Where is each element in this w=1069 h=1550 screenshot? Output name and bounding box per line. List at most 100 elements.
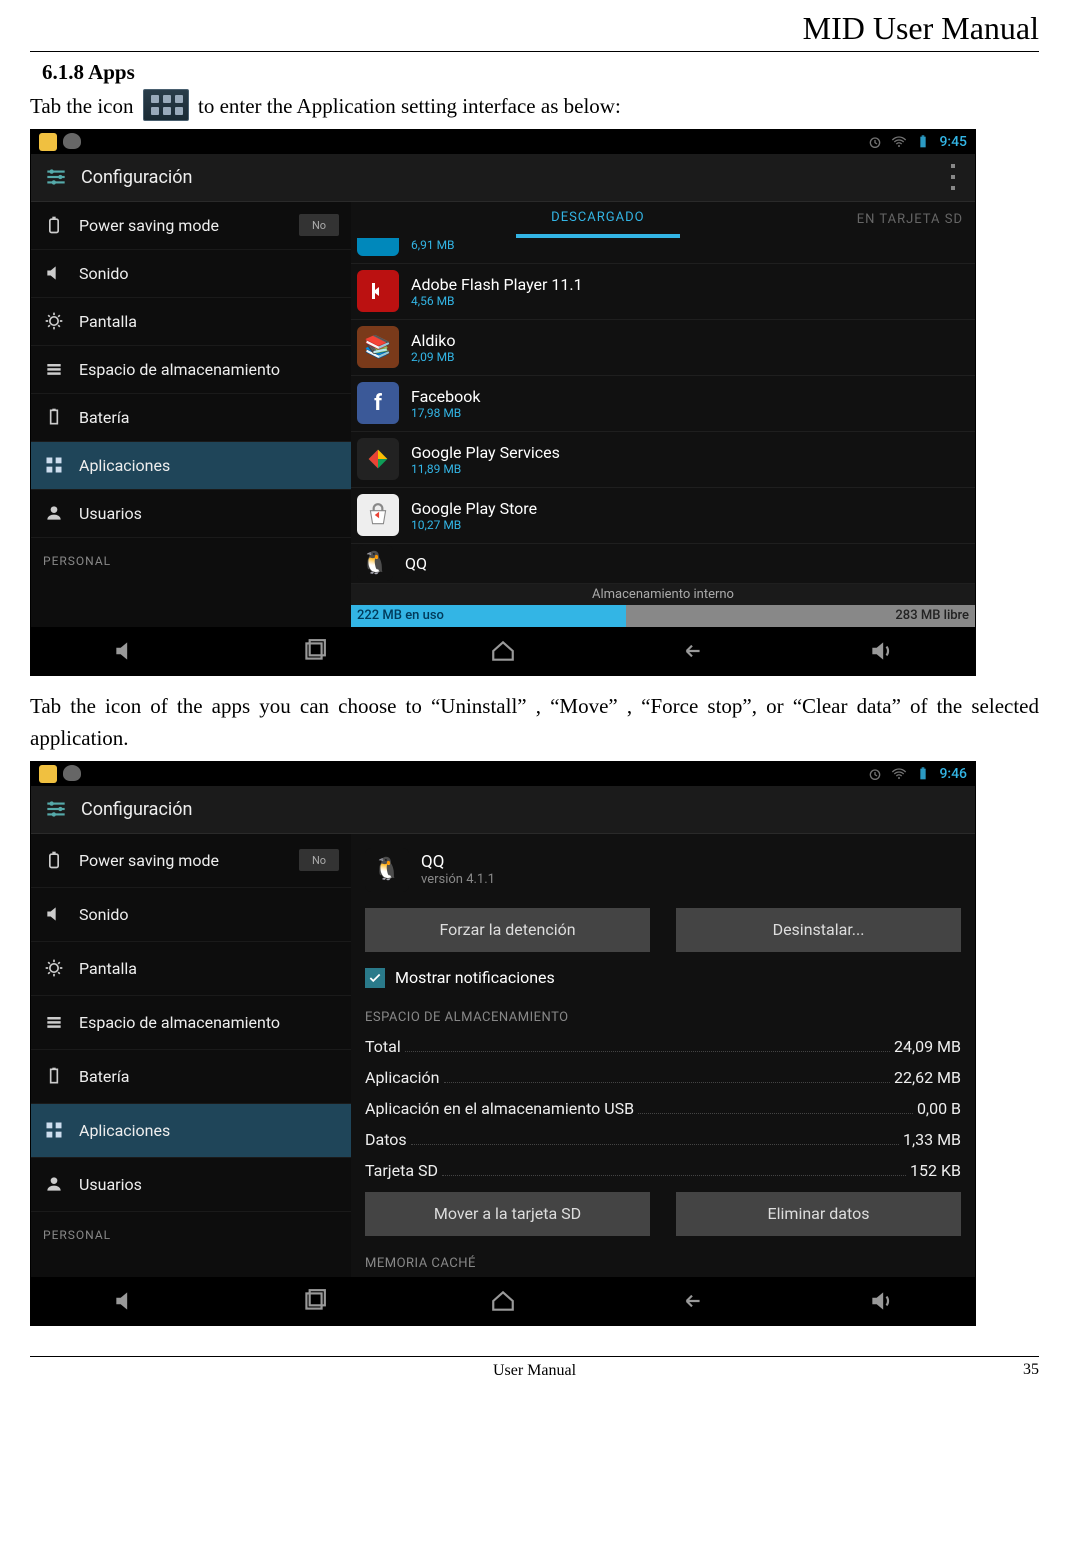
sidebar-item-apps[interactable]: Aplicaciones (31, 442, 351, 490)
sidebar-item-battery[interactable]: Batería (31, 394, 351, 442)
sidebar-item-users[interactable]: Usuarios (31, 1158, 351, 1212)
clock: 9:45 (939, 134, 967, 150)
row-key: Aplicación (365, 1068, 440, 1087)
sidebar-item-label: Usuarios (79, 1175, 142, 1194)
app-name: Aldiko (411, 331, 455, 350)
home-icon[interactable] (485, 1287, 521, 1315)
clock: 9:46 (939, 766, 967, 782)
settings-icon[interactable] (41, 794, 71, 824)
battery-icon (43, 1065, 65, 1087)
back-icon[interactable] (674, 637, 710, 665)
row-value: 24,09 MB (894, 1037, 961, 1056)
app-list-item[interactable]: f Facebook17,98 MB (351, 376, 975, 432)
volume-down-icon[interactable] (107, 637, 143, 665)
app-name: Google Play Services (411, 443, 560, 462)
sidebar-item-display[interactable]: Pantalla (31, 298, 351, 346)
storage-bar: 222 MB en uso 283 MB libre (351, 605, 975, 627)
app-icon (357, 270, 399, 312)
sidebar-item-label: Power saving mode (79, 216, 219, 235)
recent-apps-icon[interactable] (296, 637, 332, 665)
toggle-switch[interactable]: No (299, 849, 339, 871)
sidebar-item-label: Batería (79, 1067, 129, 1086)
settings-sidebar: Power saving mode No Sonido Pantalla Esp… (31, 834, 351, 1277)
notification-icon (39, 765, 57, 783)
storage-icon (43, 1011, 65, 1033)
recent-apps-icon[interactable] (296, 1287, 332, 1315)
alarm-icon (867, 766, 883, 782)
storage-row: Aplicación 22,62 MB (351, 1062, 975, 1093)
storage-row: Datos1,33 MB (351, 1124, 975, 1155)
sidebar-item-storage[interactable]: Espacio de almacenamiento (31, 996, 351, 1050)
overflow-menu-icon[interactable] (941, 161, 965, 193)
app-list-item[interactable]: 📚 Aldiko2,09 MB (351, 320, 975, 376)
status-bar: 9:45 (31, 130, 975, 154)
battery-icon (915, 134, 931, 150)
user-icon (43, 1173, 65, 1195)
detail-header: 🐧 QQ versión 4.1.1 (351, 834, 975, 902)
app-list-item[interactable]: 🐧 QQ (351, 544, 975, 584)
move-to-sd-button[interactable]: Mover a la tarjeta SD (365, 1192, 650, 1236)
power-icon (43, 214, 65, 236)
sidebar-item-label: Usuarios (79, 504, 142, 523)
back-icon[interactable] (674, 1287, 710, 1315)
sidebar-item-users[interactable]: Usuarios (31, 490, 351, 538)
page-footer: 35 User Manual (0, 1356, 1069, 1399)
tab-downloaded[interactable]: DESCARGADO (516, 202, 681, 238)
force-stop-button[interactable]: Forzar la detención (365, 908, 650, 952)
checkbox-checked-icon[interactable] (365, 968, 385, 988)
uninstall-button[interactable]: Desinstalar... (676, 908, 961, 952)
sidebar-item-battery[interactable]: Batería (31, 1050, 351, 1104)
sidebar-item-sound[interactable]: Sonido (31, 250, 351, 298)
clear-data-button[interactable]: Eliminar datos (676, 1192, 961, 1236)
sidebar-item-display[interactable]: Pantalla (31, 942, 351, 996)
app-list-item[interactable]: 6,91 MB (351, 238, 975, 264)
apps-icon (43, 1119, 65, 1141)
sidebar-section-personal: PERSONAL (31, 538, 351, 574)
volume-down-icon[interactable] (107, 1287, 143, 1315)
app-list-item[interactable]: Adobe Flash Player 11.14,56 MB (351, 264, 975, 320)
battery-icon (43, 406, 65, 428)
sidebar-item-power-saving[interactable]: Power saving mode No (31, 202, 351, 250)
tab-sd-card[interactable]: EN TARJETA SD (845, 202, 975, 238)
volume-up-icon[interactable] (863, 637, 899, 665)
apps-icon (43, 454, 65, 476)
header-rule (30, 51, 1039, 52)
alarm-icon (867, 134, 883, 150)
storage-footer: Almacenamiento interno 222 MB en uso 283… (351, 584, 975, 627)
brightness-icon (43, 957, 65, 979)
app-list-item[interactable]: Google Play Store10,27 MB (351, 488, 975, 544)
storage-row: Tarjeta SD152 KB (351, 1155, 975, 1186)
apps-grid-icon (143, 89, 189, 121)
app-icon: 📚 (357, 326, 399, 368)
row-key: Total (365, 1037, 401, 1056)
sidebar-item-sound[interactable]: Sonido (31, 888, 351, 942)
sidebar-item-storage[interactable]: Espacio de almacenamiento (31, 346, 351, 394)
sidebar-item-power-saving[interactable]: Power saving mode No (31, 834, 351, 888)
app-list-item[interactable]: Google Play Services11,89 MB (351, 432, 975, 488)
footer-center-label: User Manual (0, 1362, 1069, 1380)
intro-post: to enter the Application setting interfa… (198, 94, 621, 118)
app-size: 11,89 MB (411, 462, 560, 476)
storage-label: Almacenamiento interno (351, 584, 975, 605)
actionbar-title: Configuración (81, 799, 192, 820)
app-icon: f (357, 382, 399, 424)
toggle-switch[interactable]: No (299, 214, 339, 236)
app-size: 17,98 MB (411, 406, 480, 420)
volume-up-icon[interactable] (863, 1287, 899, 1315)
sidebar-item-label: Aplicaciones (79, 1121, 170, 1140)
row-value: 22,62 MB (894, 1068, 961, 1087)
app-icon: 🐧 (365, 848, 409, 892)
sidebar-item-label: Sonido (79, 905, 129, 924)
app-name: Adobe Flash Player 11.1 (411, 275, 583, 294)
show-notifications-row[interactable]: Mostrar notificaciones (351, 962, 975, 1000)
sidebar-item-label: Espacio de almacenamiento (79, 1013, 280, 1032)
sidebar-item-apps[interactable]: Aplicaciones (31, 1104, 351, 1158)
sidebar-item-label: Power saving mode (79, 851, 219, 870)
app-detail-pane: 🐧 QQ versión 4.1.1 Forzar la detención D… (351, 834, 975, 1277)
status-bar: 9:46 (31, 762, 975, 786)
home-icon[interactable] (485, 637, 521, 665)
notification-icon (63, 133, 81, 149)
screenshot-app-detail: 9:46 Configuración Power saving mode No … (30, 761, 976, 1326)
settings-icon[interactable] (41, 162, 71, 192)
cache-section-header: MEMORIA CACHÉ (351, 1246, 975, 1277)
